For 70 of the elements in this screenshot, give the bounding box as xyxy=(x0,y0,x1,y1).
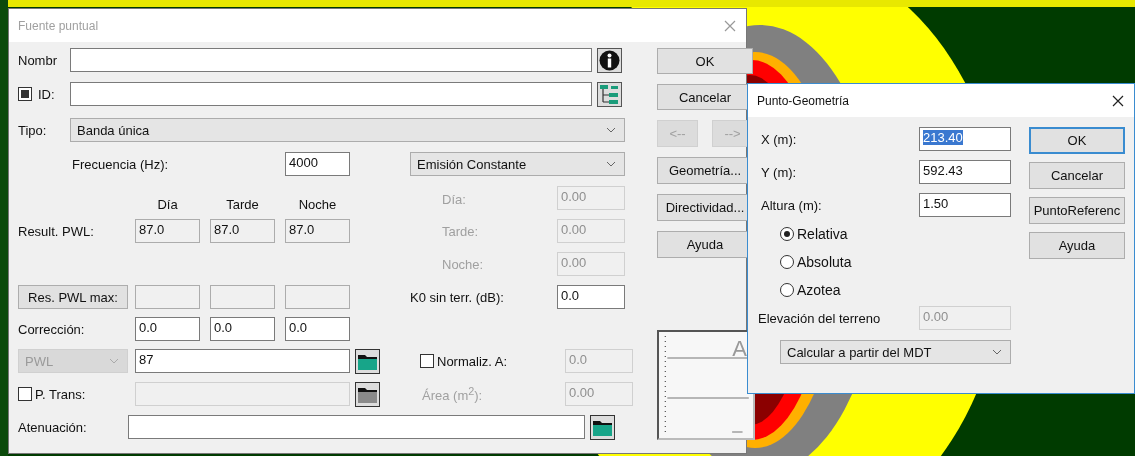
field-label: Atenuación: xyxy=(18,419,88,435)
coordinate-field[interactable]: 1.50 xyxy=(919,193,1011,217)
field-label: Corrección: xyxy=(18,321,86,337)
field-label: Tarde: xyxy=(441,223,480,239)
caret-icon xyxy=(606,127,616,133)
radio-button[interactable] xyxy=(780,255,794,269)
radio-label[interactable]: Relativa xyxy=(797,226,848,242)
field-label: Frecuencia (Hz): xyxy=(72,156,170,172)
field-label: ID: xyxy=(38,86,55,102)
field-label: Noche: xyxy=(441,256,485,272)
caret-icon xyxy=(992,349,1002,355)
field-label: Tipo: xyxy=(18,122,48,138)
frequency-field[interactable]: 4000 xyxy=(285,152,350,176)
result-field: 87.0 xyxy=(285,219,350,243)
field-label: Y (m): xyxy=(760,164,798,180)
field-label: Nombr xyxy=(18,52,58,68)
result-field xyxy=(210,285,275,309)
dialog-button[interactable]: PuntoReferenc xyxy=(1029,197,1125,224)
field-label: Área (m$^{2}$): xyxy=(422,384,484,404)
field-label: K0 sin terr. (dB): xyxy=(410,289,505,305)
attenuation-field[interactable] xyxy=(128,415,585,439)
dialog-button[interactable]: Ayuda xyxy=(1029,232,1125,259)
field-label: Día: xyxy=(441,190,467,209)
k0-field[interactable]: 0.0 xyxy=(557,285,625,309)
correction-field[interactable]: 0.0 xyxy=(135,317,200,341)
field-label: Normaliz. A: xyxy=(437,353,508,369)
column-header: Noche xyxy=(297,197,338,212)
close-icon[interactable] xyxy=(1112,94,1124,107)
field-label: X (m): xyxy=(760,131,798,147)
dialog-button[interactable]: OK xyxy=(657,48,753,74)
folder-icon[interactable] xyxy=(590,414,615,440)
folder-icon[interactable] xyxy=(355,348,380,374)
field-label: P. Trans: xyxy=(35,386,86,402)
coordinate-field[interactable]: 213.40 xyxy=(919,127,1011,151)
result-field xyxy=(285,285,350,309)
caret-icon xyxy=(109,358,119,364)
res-pwl-max-button[interactable]: Res. PWL max: xyxy=(18,285,128,309)
field-label: Elevación del terreno xyxy=(758,310,882,326)
type-dropdown[interactable]: Banda única xyxy=(70,118,625,142)
correction-field[interactable]: 0.0 xyxy=(285,317,350,341)
emission-dropdown[interactable]: Emisión Constante xyxy=(410,152,625,176)
normalize-checkbox[interactable] xyxy=(420,354,434,368)
result-field: 87.0 xyxy=(135,219,200,243)
result-field: 87.0 xyxy=(210,219,275,243)
field-label: Altura (m): xyxy=(760,197,823,213)
dialog-button[interactable]: Cancelar xyxy=(1029,162,1125,189)
name-field[interactable] xyxy=(70,48,592,72)
window-title: Punto-Geometría xyxy=(757,93,850,108)
caret-icon xyxy=(606,161,616,167)
id-field[interactable] xyxy=(70,82,592,106)
tree-icon[interactable] xyxy=(597,81,622,107)
window-title: Fuente puntual xyxy=(18,18,99,33)
coordinate-field[interactable]: 592.43 xyxy=(919,160,1011,184)
elevation-dropdown[interactable]: Calcular a partir del MDT xyxy=(780,340,1011,364)
transmission-checkbox[interactable] xyxy=(18,387,32,401)
radio-button[interactable] xyxy=(780,227,794,241)
correction-field[interactable]: 0.0 xyxy=(210,317,275,341)
result-field xyxy=(135,285,200,309)
column-header: Día xyxy=(156,197,179,212)
column-header: Tarde xyxy=(225,197,260,212)
info-icon[interactable] xyxy=(597,47,622,73)
radio-label[interactable]: Absoluta xyxy=(797,254,852,270)
radio-button[interactable] xyxy=(780,283,794,297)
transmission-field[interactable] xyxy=(135,382,350,406)
preview-label: A xyxy=(732,336,747,362)
id-checkbox[interactable] xyxy=(18,87,32,101)
radio-label[interactable]: Azotea xyxy=(797,282,841,298)
field-label: Result. PWL: xyxy=(18,223,95,239)
folder-icon[interactable] xyxy=(355,381,380,407)
dialog-button[interactable]: OK xyxy=(1029,127,1125,154)
